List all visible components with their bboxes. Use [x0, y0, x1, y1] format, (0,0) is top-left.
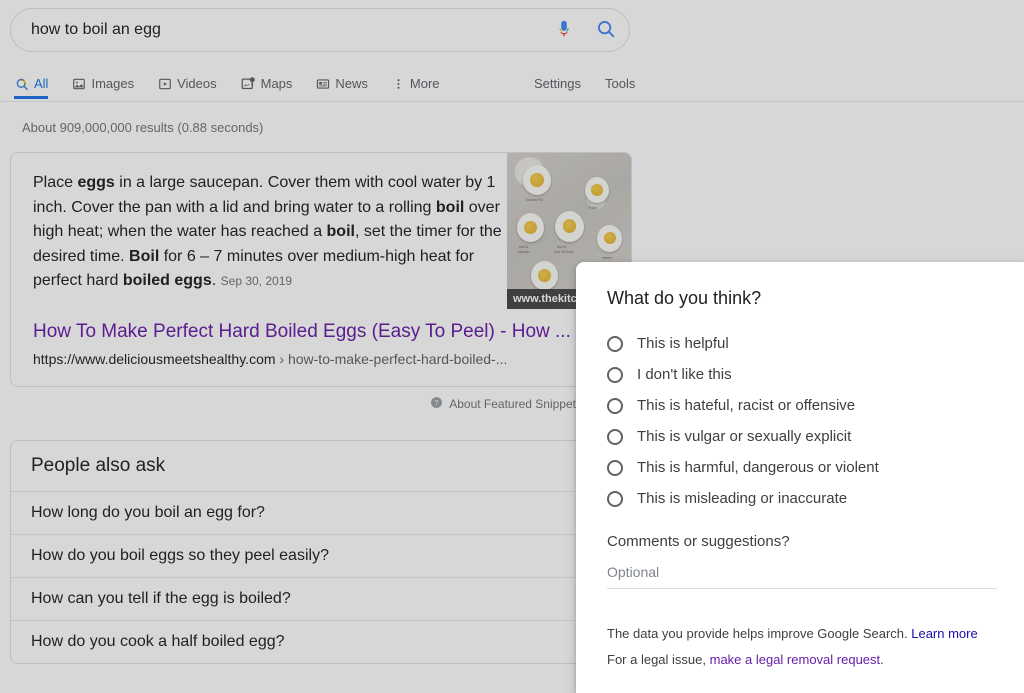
- search-tools-group: Settings Tools: [522, 68, 647, 99]
- legal-line-1: The data you provide helps improve Googl…: [607, 621, 996, 647]
- search-nav-bar: All Images: [0, 68, 1024, 102]
- snippet-bold-term: boiled eggs: [123, 272, 212, 289]
- tab-label: News: [335, 76, 368, 91]
- about-featured-snippets-link[interactable]: ? About Featured Snippets: [430, 396, 582, 412]
- search-icon: [595, 18, 617, 43]
- legal-line-1-text: The data you provide helps improve Googl…: [607, 626, 911, 641]
- feedback-dialog: What do you think? This is helpful I don…: [576, 262, 1024, 693]
- search-submit-button[interactable]: [583, 11, 629, 49]
- legal-line-2-tail: .: [880, 652, 884, 667]
- featured-snippet-title-link[interactable]: How To Make Perfect Hard Boiled Eggs (Ea…: [33, 320, 631, 344]
- comments-label: Comments or suggestions?: [607, 533, 996, 550]
- tab-more[interactable]: More: [392, 68, 451, 99]
- tab-maps[interactable]: Maps: [241, 68, 304, 99]
- feedback-option-vulgar[interactable]: This is vulgar or sexually explicit: [607, 421, 996, 452]
- search-input[interactable]: [11, 17, 545, 43]
- paa-question[interactable]: How long do you boil an egg for?: [11, 492, 631, 535]
- settings-button[interactable]: Settings: [522, 76, 593, 91]
- radio-icon[interactable]: [607, 367, 623, 383]
- radio-icon[interactable]: [607, 491, 623, 507]
- microphone-icon: [553, 18, 575, 43]
- tab-label: More: [410, 76, 440, 91]
- featured-snippet-card: Instant Pot Poke boil & simmer boil & tu…: [10, 152, 632, 387]
- learn-more-link[interactable]: Learn more: [911, 626, 977, 641]
- google-search-icon: [14, 76, 29, 91]
- featured-snippet-text: Place eggs in a large saucepan. Cover th…: [33, 171, 503, 294]
- paa-question[interactable]: How do you cook a half boiled egg?: [11, 621, 631, 663]
- feedback-option-label: This is helpful: [637, 334, 729, 354]
- tools-button[interactable]: Tools: [593, 76, 647, 91]
- image-icon: [72, 77, 86, 91]
- help-circle-icon: ?: [430, 396, 443, 412]
- tab-news[interactable]: News: [316, 68, 379, 99]
- legal-line-2: For a legal issue, make a legal removal …: [607, 647, 996, 673]
- featured-snippet-meta-row: ? About Featured Snippets Fe: [10, 396, 632, 412]
- tab-label: Maps: [261, 76, 293, 91]
- feedback-option-harmful[interactable]: This is harmful, dangerous or violent: [607, 452, 996, 483]
- more-vertical-icon: [392, 77, 405, 91]
- radio-icon[interactable]: [607, 336, 623, 352]
- snippet-bold-term: eggs: [77, 174, 114, 191]
- feedback-legal-text: The data you provide helps improve Googl…: [607, 621, 996, 673]
- radio-icon[interactable]: [607, 429, 623, 445]
- tab-videos[interactable]: Videos: [158, 68, 228, 99]
- radio-icon[interactable]: [607, 398, 623, 414]
- feedback-option-misleading[interactable]: This is misleading or inaccurate: [607, 483, 996, 514]
- paa-question[interactable]: How can you tell if the egg is boiled?: [11, 578, 631, 621]
- video-icon: [158, 77, 172, 91]
- feedback-option-dont-like[interactable]: I don't like this: [607, 359, 996, 390]
- legal-line-2-text: For a legal issue,: [607, 652, 710, 667]
- feedback-option-hateful[interactable]: This is hateful, racist or offensive: [607, 390, 996, 421]
- comments-input[interactable]: [607, 564, 997, 589]
- feedback-option-label: This is hateful, racist or offensive: [637, 396, 855, 416]
- people-also-ask-heading: People also ask: [11, 441, 631, 492]
- people-also-ask-card: People also ask How long do you boil an …: [10, 440, 632, 664]
- snippet-bold-term: boil: [327, 223, 355, 240]
- voice-search-button[interactable]: [545, 11, 583, 49]
- paa-feedback-link[interactable]: Fe: [10, 662, 632, 676]
- news-icon: [316, 77, 330, 91]
- featured-snippet-url[interactable]: https://www.deliciousmeetshealthy.com › …: [33, 349, 631, 369]
- snippet-bold-term: boil: [436, 199, 464, 216]
- feedback-option-helpful[interactable]: This is helpful: [607, 328, 996, 359]
- feedback-option-label: This is vulgar or sexually explicit: [637, 427, 851, 447]
- url-path: › how-to-make-perfect-hard-boiled-...: [276, 351, 508, 367]
- result-stats: About 909,000,000 results (0.88 seconds): [22, 120, 263, 135]
- about-featured-snippets-label: About Featured Snippets: [449, 397, 582, 411]
- svg-text:?: ?: [435, 400, 439, 407]
- tab-label: All: [34, 76, 48, 91]
- radio-icon[interactable]: [607, 460, 623, 476]
- feedback-option-label: I don't like this: [637, 365, 732, 385]
- feedback-options-group: This is helpful I don't like this This i…: [607, 328, 996, 514]
- feedback-option-label: This is misleading or inaccurate: [637, 489, 847, 509]
- tab-images[interactable]: Images: [72, 68, 145, 99]
- feedback-option-label: This is harmful, dangerous or violent: [637, 458, 879, 478]
- tab-all[interactable]: All: [14, 68, 59, 99]
- paa-question[interactable]: How do you boil eggs so they peel easily…: [11, 535, 631, 578]
- url-domain: https://www.deliciousmeetshealthy.com: [33, 351, 276, 367]
- tab-label: Videos: [177, 76, 217, 91]
- featured-snippet-date: Sep 30, 2019: [221, 274, 292, 288]
- snippet-text-run: .: [212, 272, 216, 289]
- feedback-dialog-title: What do you think?: [607, 286, 996, 310]
- search-tabs: All Images: [14, 68, 464, 101]
- legal-removal-request-link[interactable]: make a legal removal request: [710, 652, 881, 667]
- tab-label: Images: [91, 76, 134, 91]
- map-pin-icon: [241, 76, 256, 91]
- search-box[interactable]: [10, 8, 630, 52]
- snippet-bold-term: Boil: [129, 248, 159, 265]
- snippet-text-run: Place: [33, 174, 77, 191]
